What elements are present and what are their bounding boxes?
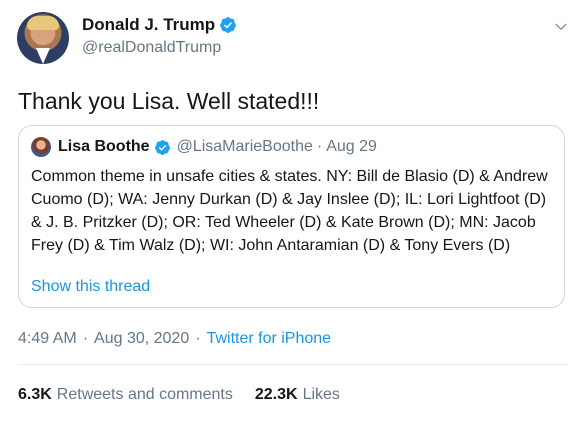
verified-badge-icon <box>220 17 237 33</box>
tweet-header: Donald J. Trump @realDonaldTrump <box>17 12 572 68</box>
author-handle[interactable]: @realDonaldTrump <box>82 39 237 57</box>
likes-label: Likes <box>302 386 340 403</box>
quoted-separator: · <box>316 138 323 155</box>
retweets-label: Retweets and comments <box>56 386 233 403</box>
tweet-text: Thank you Lisa. Well stated!!! <box>18 88 320 114</box>
show-thread-link[interactable]: Show this thread <box>31 278 150 296</box>
quoted-tweet[interactable]: Lisa Boothe @LisaMarieBoothe · Aug 29 Co… <box>18 125 565 308</box>
tweet-source-link[interactable]: Twitter for iPhone <box>207 330 332 348</box>
tweet-date[interactable]: Aug 30, 2020 <box>94 330 189 348</box>
likes-count: 22.3K <box>254 386 298 403</box>
retweets-count: 6.3K <box>18 386 52 403</box>
quoted-body: Common theme in unsafe cities & states. … <box>31 168 548 254</box>
quoted-name: Lisa Boothe <box>58 138 150 155</box>
verified-badge-icon <box>154 139 170 155</box>
quoted-header: Lisa Boothe @LisaMarieBoothe · Aug 29 <box>31 137 377 157</box>
quoted-handle: @LisaMarieBoothe <box>176 138 313 155</box>
tweet-stats: 6.3K Retweets and comments 22.3K Likes <box>18 386 362 404</box>
tweet-card: Donald J. Trump @realDonaldTrump Thank y… <box>0 0 585 428</box>
meta-separator: · <box>82 330 89 347</box>
author-name-row: Donald J. Trump <box>82 15 237 35</box>
quoted-date: Aug 29 <box>326 138 377 155</box>
author-avatar[interactable] <box>17 12 69 64</box>
author-info: Donald J. Trump @realDonaldTrump <box>82 15 237 57</box>
divider <box>18 364 568 365</box>
quoted-avatar <box>31 137 51 157</box>
likes-stat[interactable]: 22.3K Likes <box>255 386 362 404</box>
tweet-time[interactable]: 4:49 AM <box>18 330 77 348</box>
tweet-meta: 4:49 AM · Aug 30, 2020 · Twitter for iPh… <box>18 330 331 348</box>
author-name[interactable]: Donald J. Trump <box>82 15 215 35</box>
chevron-down-icon[interactable] <box>552 18 570 36</box>
meta-separator: · <box>195 330 201 347</box>
retweets-stat[interactable]: 6.3K Retweets and comments <box>18 386 255 404</box>
